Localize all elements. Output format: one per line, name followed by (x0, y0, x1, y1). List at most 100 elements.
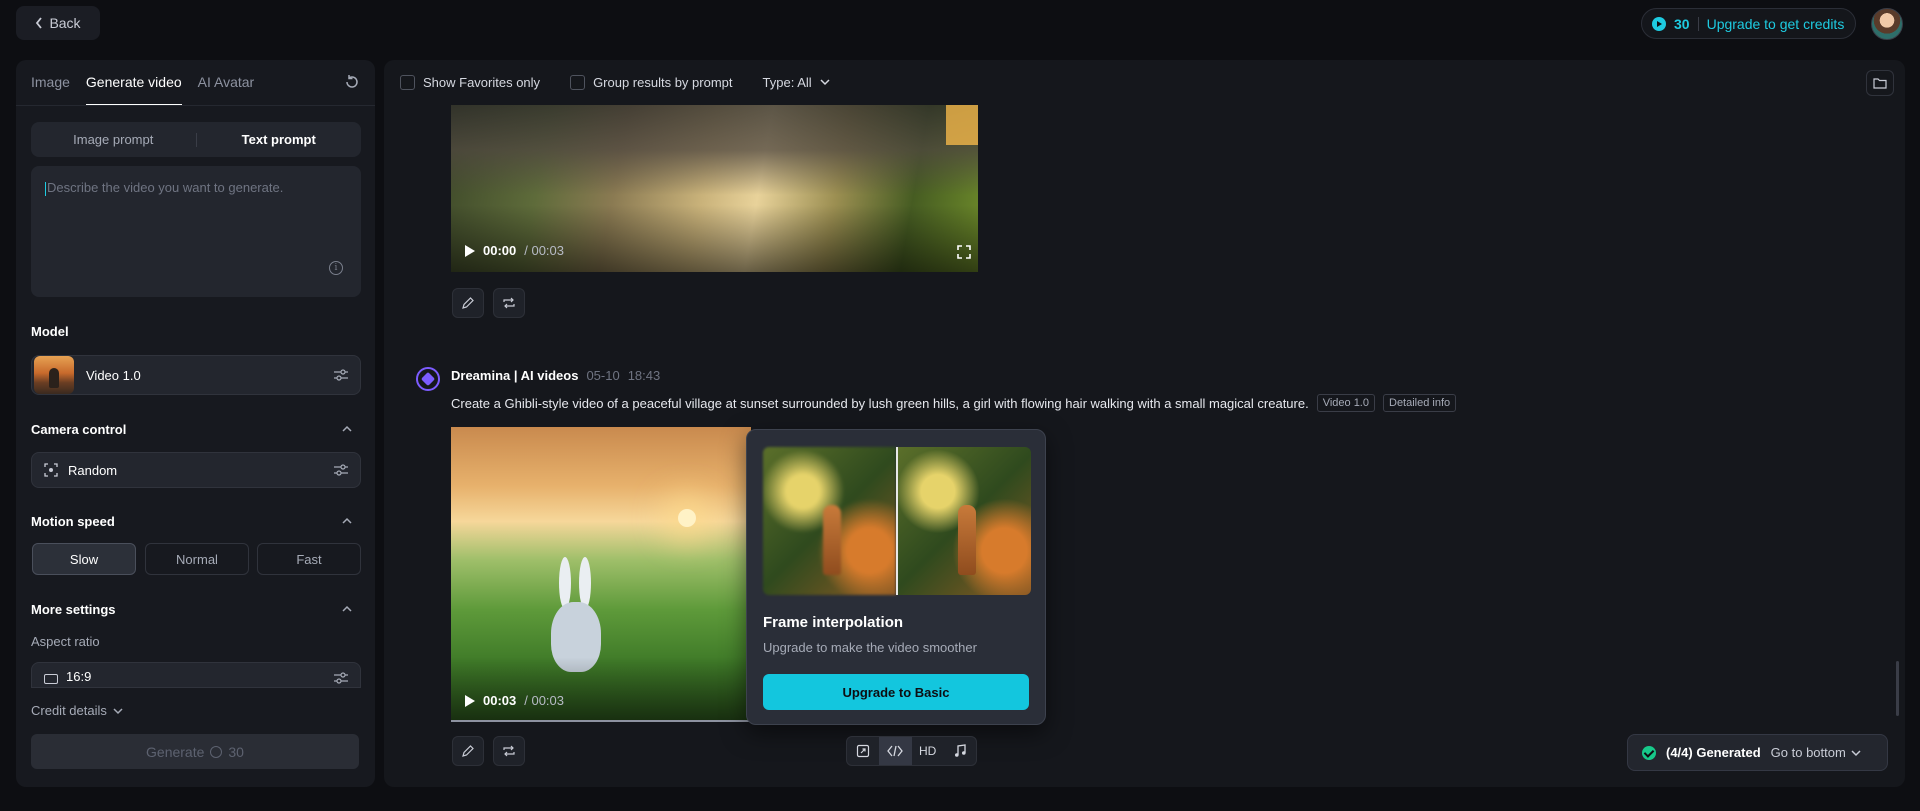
chevron-up-icon[interactable] (340, 514, 354, 528)
total-time: / 00:03 (524, 693, 565, 708)
audio-button[interactable] (944, 737, 976, 765)
edit-button[interactable] (452, 288, 484, 318)
generate-button[interactable]: Generate 30 (31, 734, 359, 769)
chevron-down-icon (1851, 749, 1861, 756)
hd-button[interactable]: HD (912, 737, 944, 765)
image-prompt-tab[interactable]: Image prompt (31, 132, 196, 147)
video-frame (451, 657, 751, 722)
upgrade-basic-button[interactable]: Upgrade to Basic (763, 674, 1029, 710)
motion-fast-button[interactable]: Fast (257, 543, 361, 575)
generated-count: (4/4) Generated (1666, 745, 1761, 760)
chevron-down-icon[interactable] (820, 78, 830, 86)
frame-interpolation-button[interactable] (879, 737, 912, 765)
model-select[interactable]: Video 1.0 (31, 355, 361, 395)
chevron-up-icon[interactable] (340, 422, 354, 436)
regenerate-button[interactable] (493, 288, 525, 318)
pencil-icon (462, 297, 474, 309)
aspect-ratio-select[interactable]: 16:9 (31, 662, 361, 688)
favorites-checkbox[interactable] (400, 74, 415, 90)
go-to-bottom-button[interactable]: Go to bottom (1771, 745, 1861, 760)
text-caret (45, 181, 46, 196)
video-frame (559, 557, 571, 609)
upgrade-credits-link[interactable]: Upgrade to get credits (1707, 16, 1845, 32)
popup-title: Frame interpolation (763, 614, 904, 631)
results-toolbar: Show Favorites only Group results by pro… (400, 72, 830, 92)
motion-normal-button[interactable]: Normal (145, 543, 249, 575)
upscale-icon (857, 744, 870, 758)
video-player-2[interactable]: 00:03 / 00:03 (451, 427, 751, 722)
generate-cost: 30 (228, 743, 244, 760)
current-time: 00:00 (483, 243, 517, 258)
tab-generate-video[interactable]: Generate video (85, 72, 182, 106)
giraffe-image (958, 505, 976, 575)
folder-button[interactable] (1866, 70, 1894, 96)
avatar[interactable] (1871, 8, 1903, 40)
chevron-down-icon (113, 707, 123, 714)
chevron-up-icon[interactable] (340, 602, 354, 616)
text-prompt-tab[interactable]: Text prompt (197, 132, 362, 147)
credit-details-label: Credit details (31, 703, 107, 718)
tune-icon (334, 464, 348, 476)
credit-details-toggle[interactable]: Credit details (31, 703, 123, 718)
current-time: 00:03 (483, 693, 517, 708)
play-icon[interactable] (465, 694, 475, 707)
tune-icon (334, 369, 348, 381)
video-time: 00:00 / 00:03 (465, 243, 564, 258)
credits-count: 30 (1674, 15, 1690, 32)
credit-coin-icon (1652, 16, 1666, 31)
reset-icon[interactable] (344, 74, 360, 90)
edit-button[interactable] (452, 736, 484, 766)
model-thumbnail (34, 356, 74, 394)
divider (1697, 16, 1699, 31)
camera-control-select[interactable]: Random (31, 452, 361, 488)
upscale-button[interactable] (847, 737, 879, 765)
scrollbar-thumb[interactable] (1896, 661, 1899, 716)
detailed-info-tag[interactable]: Detailed info (1383, 394, 1457, 412)
aspect-ratio-icon (44, 674, 58, 684)
fullscreen-icon[interactable] (957, 245, 971, 259)
type-filter[interactable]: Type: All (763, 75, 812, 90)
motion-slow-button[interactable]: Slow (32, 543, 136, 575)
group-checkbox[interactable] (570, 74, 586, 90)
aspect-ratio-label: Aspect ratio (31, 634, 100, 649)
play-icon[interactable] (465, 244, 475, 257)
giraffe-image (823, 505, 841, 575)
frame-interpolation-popup: Frame interpolation Upgrade to make the … (746, 429, 1046, 725)
video-frame (946, 105, 978, 145)
focus-icon (44, 463, 58, 477)
total-time: / 00:03 (524, 243, 565, 258)
video-player-1[interactable]: 00:00 / 00:03 (451, 105, 978, 272)
favorites-label[interactable]: Show Favorites only (423, 75, 540, 90)
generation-status-pill: (4/4) Generated Go to bottom (1627, 734, 1888, 771)
tab-ai-avatar[interactable]: AI Avatar (198, 72, 255, 106)
video-tools-group: HD (846, 736, 977, 766)
message-prompt[interactable]: Create a Ghibli-style video of a peacefu… (451, 396, 1309, 411)
info-icon[interactable]: i (329, 261, 343, 275)
tab-image[interactable]: Image (31, 72, 70, 106)
video-frame (451, 105, 978, 195)
motion-speed-title: Motion speed (31, 514, 115, 529)
group-label[interactable]: Group results by prompt (593, 75, 732, 90)
generate-label: Generate (146, 743, 205, 760)
regenerate-button[interactable] (493, 736, 525, 766)
interpolation-icon (887, 745, 904, 757)
video-progress-bar[interactable] (451, 720, 751, 722)
preview-after-image (898, 447, 1031, 595)
repeat-icon (503, 745, 515, 757)
more-settings-title: More settings (31, 602, 116, 617)
message-author: Dreamina | AI videos (451, 368, 579, 383)
chevron-left-icon (36, 17, 43, 29)
divider (16, 105, 375, 106)
message-time: 18:43 (627, 368, 661, 383)
camera-control-title: Camera control (31, 422, 127, 437)
message-date: 05-10 (586, 368, 620, 383)
tune-icon (334, 672, 348, 684)
prompt-placeholder: Describe the video you want to generate. (47, 180, 284, 195)
credits-pill[interactable]: 30 Upgrade to get credits (1641, 8, 1856, 39)
prompt-input[interactable]: Describe the video you want to generate. (31, 166, 361, 297)
model-value: Video 1.0 (86, 367, 141, 383)
music-note-icon (954, 744, 966, 757)
message-header: Dreamina | AI videos 05-10 18:43 (451, 368, 660, 383)
folder-icon (1873, 78, 1887, 89)
back-button[interactable]: Back (16, 6, 100, 40)
